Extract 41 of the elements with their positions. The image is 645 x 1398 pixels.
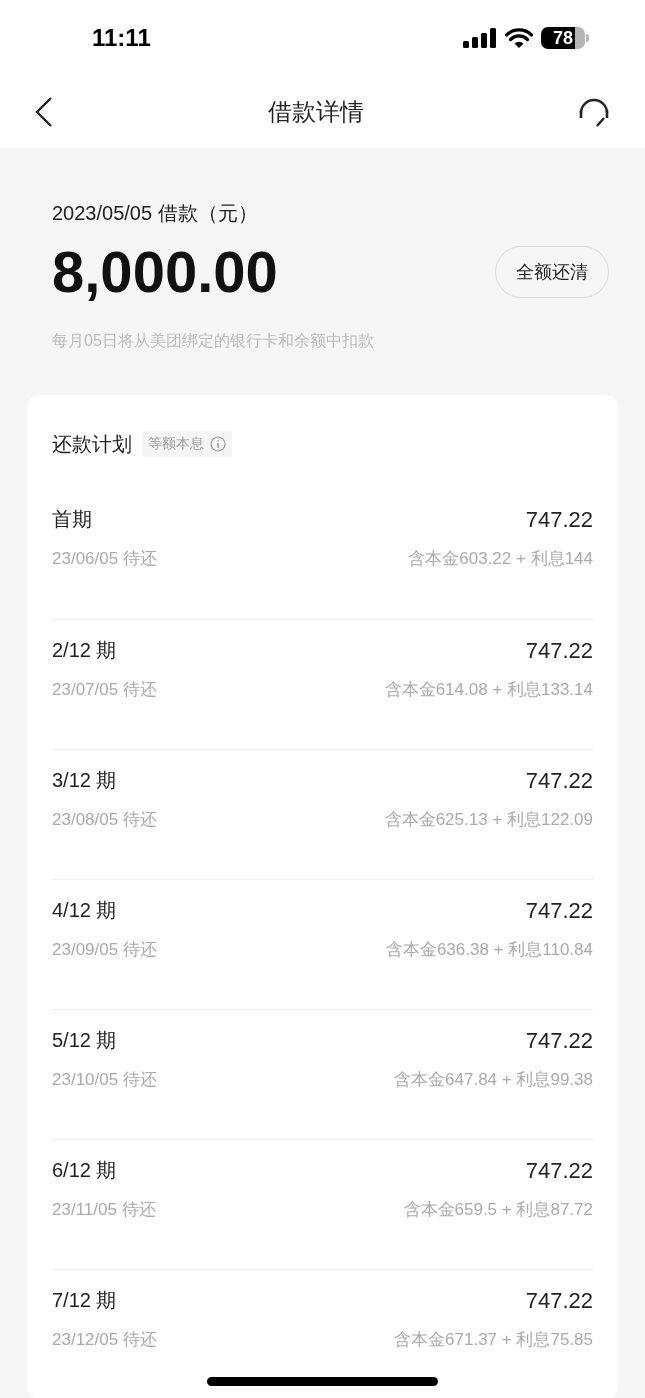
payment-breakdown: 含本金636.38 + 利息110.84: [385, 938, 593, 961]
back-icon[interactable]: [34, 96, 54, 128]
due-date: 23/08/05 待还: [52, 808, 157, 831]
info-icon[interactable]: [210, 435, 226, 452]
installment-amount: 747.22: [525, 1156, 593, 1185]
due-date: 23/09/05 待还: [52, 938, 157, 961]
period-label: 6/12 期: [52, 1158, 117, 1183]
installment-amount: 747.22: [525, 766, 593, 795]
period-label: 5/12 期: [52, 1028, 117, 1053]
payment-breakdown: 含本金625.13 + 利息122.09: [384, 808, 593, 831]
payment-breakdown: 含本金671.37 + 利息75.85: [394, 1328, 593, 1351]
payment-breakdown: 含本金659.5 + 利息87.72: [403, 1198, 593, 1221]
page-title: 借款详情: [267, 97, 364, 127]
loan-label: 2023/05/05 借款（元）: [52, 201, 259, 226]
payment-breakdown: 含本金614.08 + 利息133.14: [384, 678, 593, 701]
installment-amount: 747.22: [525, 505, 593, 534]
signal-icon: [463, 28, 497, 48]
period-label: 3/12 期: [52, 768, 117, 793]
period-label: 7/12 期: [52, 1288, 117, 1313]
payment-breakdown: 含本金603.22 + 利息144: [408, 547, 593, 570]
battery-indicator: 78: [541, 27, 589, 49]
period-label: 4/12 期: [52, 898, 117, 923]
period-label: 首期: [52, 507, 92, 532]
due-date: 23/06/05 待还: [52, 547, 157, 570]
installment-amount: 747.22: [525, 1026, 593, 1055]
headset-icon[interactable]: [577, 96, 611, 128]
status-time: 11:11: [92, 23, 151, 53]
due-date: 23/12/05 待还: [52, 1328, 157, 1351]
due-date: 23/10/05 待还: [52, 1068, 157, 1091]
installment-amount: 747.22: [525, 636, 593, 665]
installment-amount: 747.22: [525, 896, 593, 925]
plan-title: 还款计划: [52, 431, 132, 457]
due-date: 23/11/05 待还: [52, 1198, 156, 1221]
payoff-button[interactable]: 全额还清: [495, 246, 609, 299]
deduction-note: 每月05日将从美团绑定的银行卡和余额中扣款: [52, 330, 375, 351]
period-label: 2/12 期: [52, 638, 117, 663]
due-date: 23/07/05 待还: [52, 678, 157, 701]
wifi-icon: [505, 28, 533, 48]
loan-amount: 8,000.00: [52, 238, 278, 306]
installment-amount: 747.22: [525, 1286, 593, 1315]
payment-breakdown: 含本金647.84 + 利息99.38: [394, 1068, 593, 1091]
